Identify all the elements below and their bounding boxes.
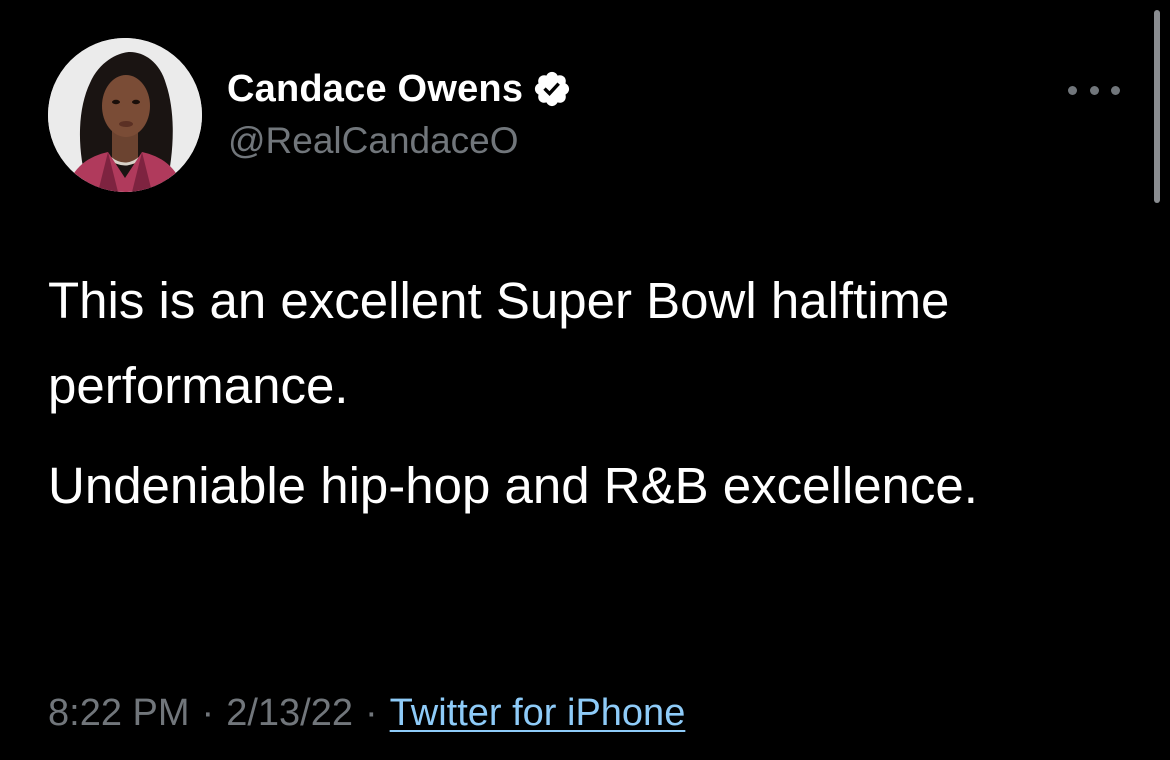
tweet-date[interactable]: 2/13/22 bbox=[226, 692, 353, 735]
tweet-metadata: 8:22 PM · 2/13/22 · Twitter for iPhone bbox=[48, 692, 685, 735]
tweet-paragraph: This is an excellent Super Bowl halftime… bbox=[48, 272, 950, 414]
verified-badge-icon bbox=[535, 71, 570, 107]
separator: · bbox=[201, 692, 215, 734]
display-name[interactable]: Candace Owens bbox=[227, 68, 523, 111]
dot bbox=[1089, 85, 1099, 95]
author-name-row[interactable]: Candace Owens bbox=[227, 66, 572, 112]
scrollbar[interactable] bbox=[1154, 10, 1160, 203]
profile-photo-icon bbox=[48, 38, 202, 192]
tweet-source-link[interactable]: Twitter for iPhone bbox=[390, 692, 686, 735]
avatar[interactable] bbox=[48, 38, 202, 192]
more-options-icon[interactable] bbox=[1068, 80, 1120, 100]
tweet-detail: Candace Owens @RealCandaceO This is an e… bbox=[0, 0, 1170, 760]
tweet-time[interactable]: 8:22 PM bbox=[48, 692, 190, 735]
tweet-text: This is an excellent Super Bowl halftime… bbox=[48, 258, 1048, 543]
dot bbox=[1068, 85, 1077, 95]
dot bbox=[1111, 85, 1120, 95]
tweet-paragraph: Undeniable hip-hop and R&B excellence. bbox=[48, 457, 978, 514]
author-handle[interactable]: @RealCandaceO bbox=[228, 120, 519, 162]
separator: · bbox=[364, 692, 378, 734]
